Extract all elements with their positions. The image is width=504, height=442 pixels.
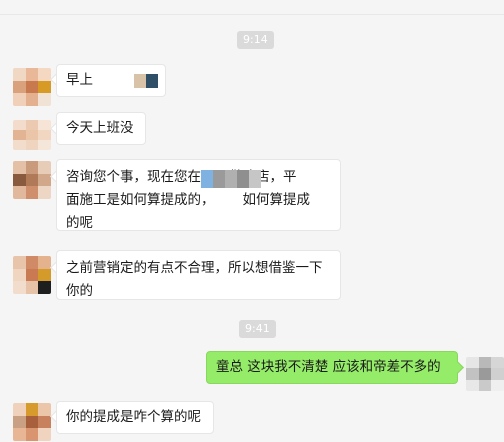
message-text: 你的 [66,283,93,299]
message-text: 面施工是如何算提成的， [66,192,215,208]
message-text: 的呢 [66,215,93,231]
message-text: 你的提成是咋个算的呢 [66,409,201,425]
contact-avatar[interactable] [13,256,51,294]
redacted-content [134,74,158,88]
message-text: 今天上班没 [66,120,134,136]
contact-avatar[interactable] [13,161,51,199]
timestamp-badge: 9:41 [239,320,276,338]
my-avatar[interactable] [466,357,504,391]
top-divider [0,14,504,15]
timestamp-badge: 9:14 [237,31,274,49]
message-bubble[interactable]: 你的提成是咋个算的呢 [56,401,214,434]
message-bubble[interactable]: 今天上班没 [56,112,146,145]
contact-avatar[interactable] [13,120,51,150]
redacted-content [201,170,261,188]
message-text: 之前营销定的有点不合理，所以想借鉴一下 [66,260,323,276]
message-bubble-outgoing[interactable]: 童总 这块我不清楚 应该和帝差不多的 [206,351,458,384]
message-text: 早上 [66,72,93,88]
message-bubble[interactable]: 之前营销定的有点不合理，所以想借鉴一下 你的 [56,250,341,300]
message-text: 如何算提成 [242,192,311,208]
message-text: 童总 这块我不清楚 应该和帝差不多的 [216,359,441,375]
contact-avatar[interactable] [13,68,51,106]
message-bubble[interactable]: 咨询您个事，现在您在 做建店，平 面施工是如何算提成的， 如何算提成 的呢 [56,159,341,231]
contact-avatar[interactable] [13,403,51,441]
message-text: 咨询您个事，现在您在 [66,169,201,185]
